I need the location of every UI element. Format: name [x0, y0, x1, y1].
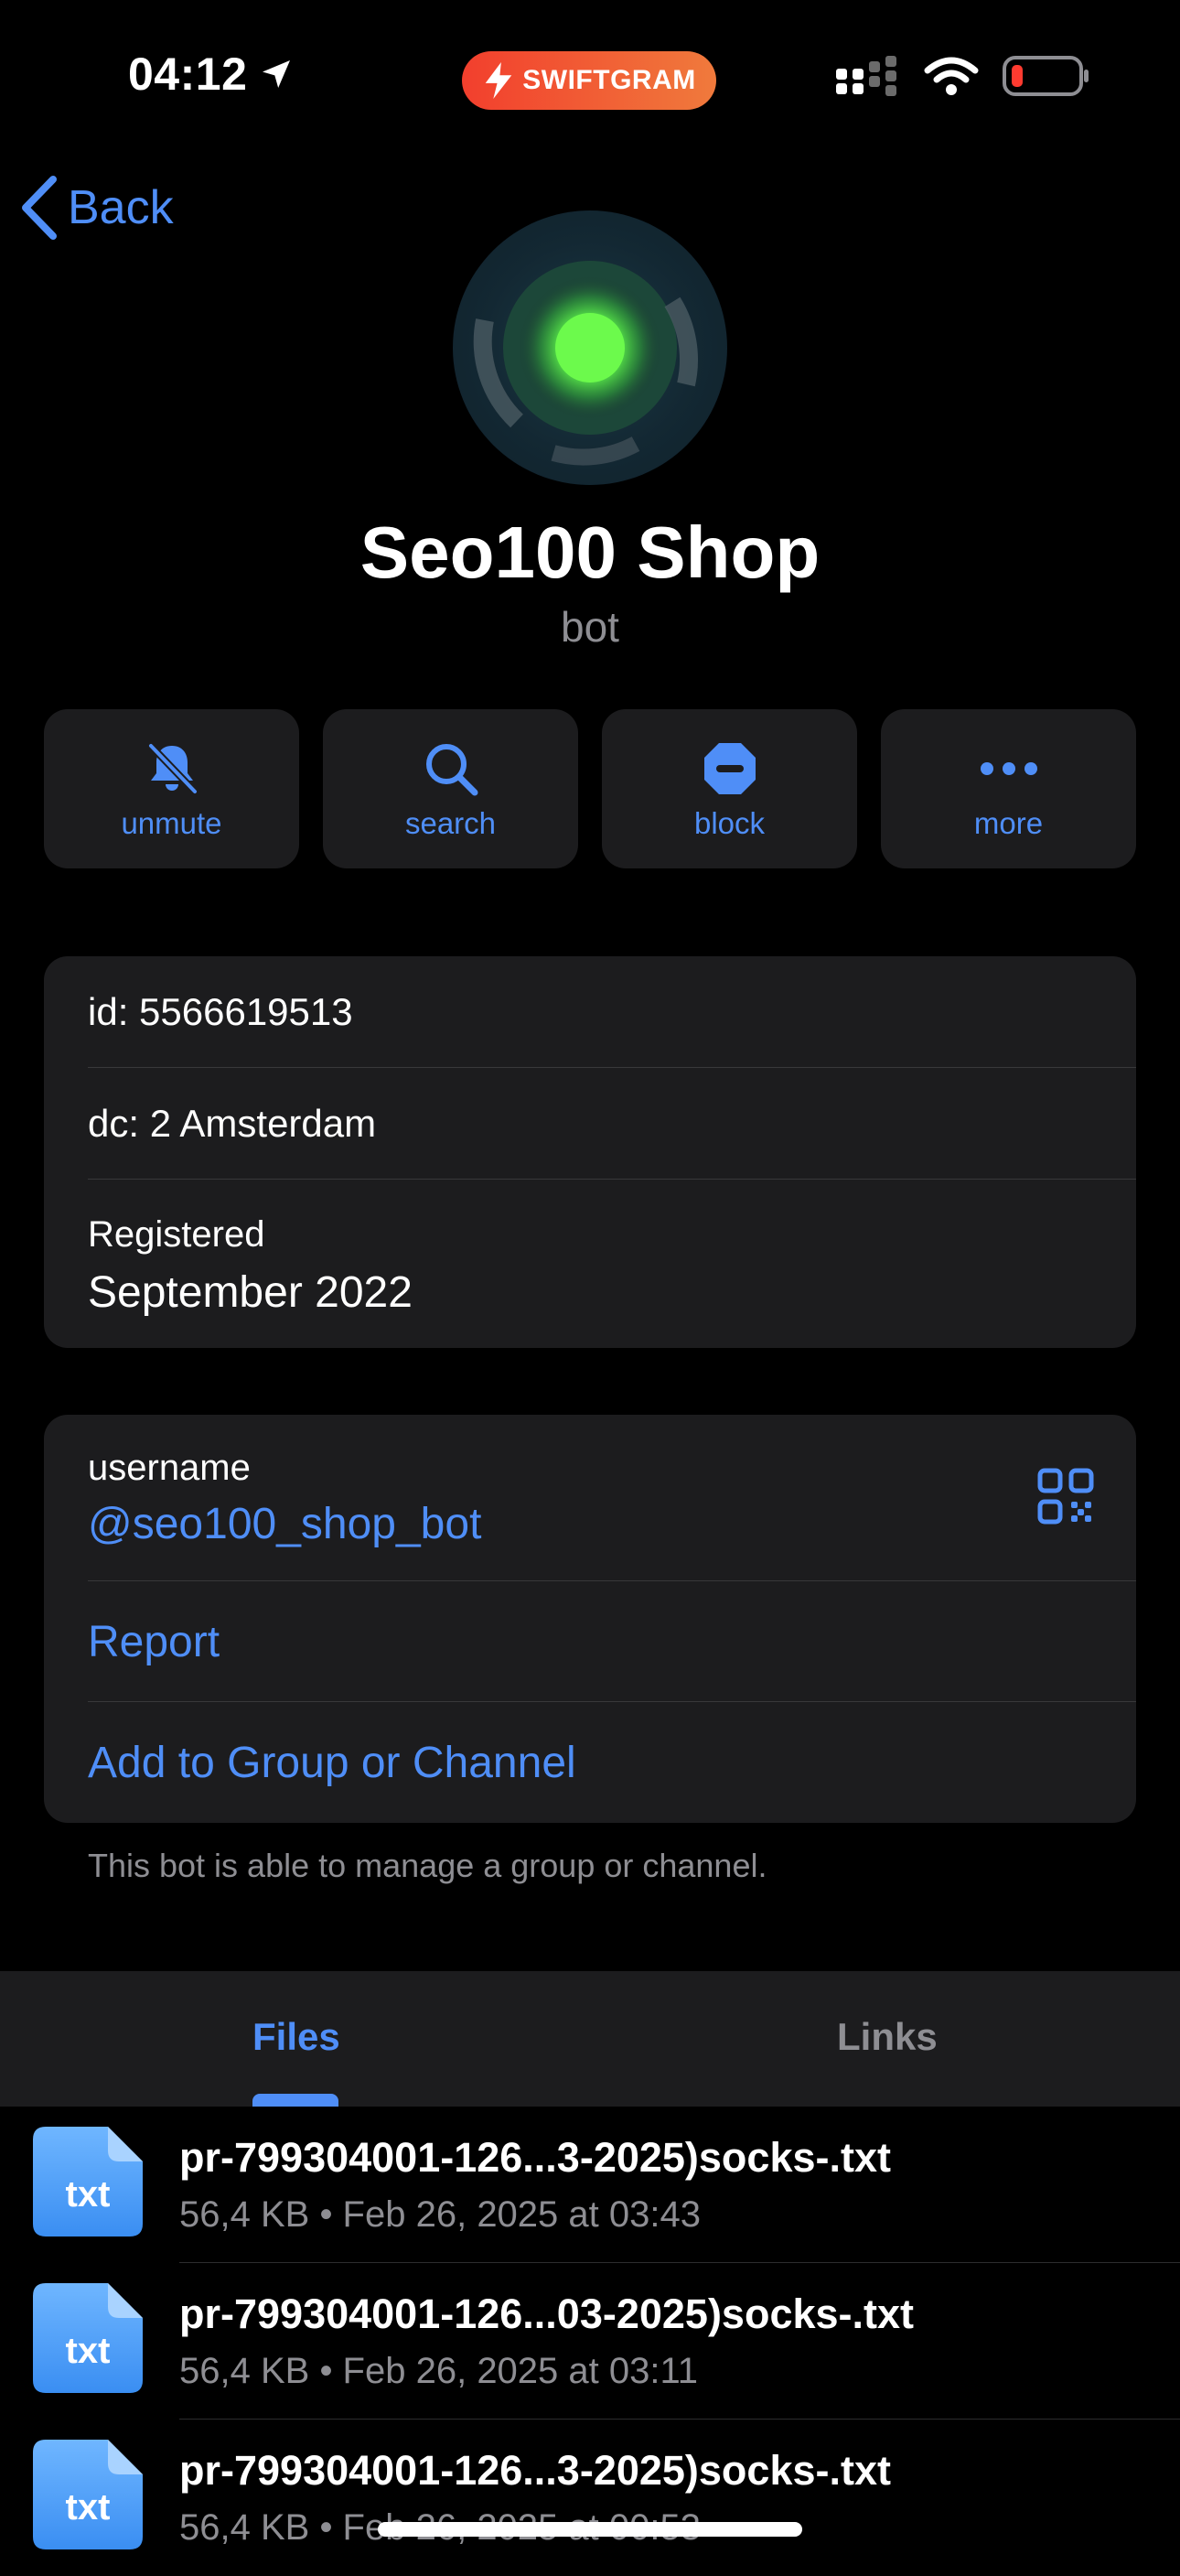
- report-row[interactable]: Report: [44, 1581, 1136, 1702]
- report-link[interactable]: Report: [88, 1617, 220, 1667]
- more-button[interactable]: more: [881, 709, 1136, 868]
- file-meta: 56,4 KB • Feb 26, 2025 at 03:43: [179, 2194, 701, 2235]
- bot-avatar-image: [473, 261, 699, 466]
- list-item[interactable]: txt pr-799304001-126...03-2025)socks-.tx…: [0, 2263, 1180, 2420]
- username-value[interactable]: @seo100_shop_bot: [88, 1499, 481, 1549]
- bot-permission-note: This bot is able to manage a group or ch…: [88, 1847, 767, 1884]
- unmute-button[interactable]: unmute: [44, 709, 299, 868]
- registered-label: Registered: [88, 1214, 265, 1255]
- info-row-id[interactable]: id: 5566619513: [44, 956, 1136, 1068]
- ellipsis-icon: [980, 762, 1037, 775]
- cellular-signal-icon: [836, 56, 896, 96]
- file-name: pr-799304001-126...3-2025)socks-.txt: [179, 2447, 891, 2494]
- wifi-icon: [924, 57, 979, 95]
- info-card: id: 5566619513 dc: 2 Amsterdam Registere…: [44, 956, 1136, 1348]
- file-meta: 56,4 KB • Feb 26, 2025 at 03:11: [179, 2351, 699, 2391]
- back-label: Back: [68, 181, 174, 234]
- more-label: more: [973, 806, 1044, 840]
- tab-files[interactable]: Files: [252, 2015, 340, 2059]
- search-label: search: [404, 806, 497, 840]
- search-button[interactable]: search: [323, 709, 578, 868]
- battery-low-icon: [1003, 56, 1089, 96]
- add-to-group-row[interactable]: Add to Group or Channel: [44, 1702, 1136, 1823]
- active-tab-indicator: [252, 2094, 338, 2107]
- info-id: id: 5566619513: [88, 990, 353, 1033]
- block-icon: [703, 743, 756, 794]
- add-to-group-link[interactable]: Add to Group or Channel: [88, 1738, 576, 1788]
- list-item[interactable]: txt pr-799304001-126...3-2025)socks-.txt…: [0, 2420, 1180, 2576]
- txt-file-icon: [33, 2440, 143, 2549]
- unmute-label: unmute: [121, 806, 222, 840]
- profile-subtitle: bot: [561, 603, 619, 651]
- username-label: username: [88, 1448, 251, 1488]
- swiftgram-badge-label: SWIFTGRAM: [522, 65, 696, 95]
- txt-file-icon: [33, 2127, 143, 2236]
- file-name: pr-799304001-126...3-2025)socks-.txt: [179, 2134, 891, 2181]
- txt-file-icon: [33, 2283, 143, 2393]
- info-dc: dc: 2 Amsterdam: [88, 1102, 377, 1145]
- lightning-icon: [485, 62, 512, 99]
- status-indicators: [834, 55, 1090, 97]
- back-button[interactable]: Back: [18, 176, 174, 240]
- action-buttons: unmute search block more: [44, 709, 1136, 868]
- avatar[interactable]: [453, 210, 727, 485]
- info-row-registered[interactable]: Registered September 2022: [44, 1180, 1136, 1348]
- list-item[interactable]: txt pr-799304001-126...3-2025)socks-.txt…: [0, 2107, 1180, 2263]
- block-button[interactable]: block: [602, 709, 857, 868]
- chevron-left-icon: [22, 176, 57, 240]
- status-time: 04:12: [128, 48, 295, 101]
- tab-links[interactable]: Links: [837, 2015, 938, 2059]
- username-row[interactable]: username @seo100_shop_bot: [44, 1415, 1136, 1581]
- status-time-text: 04:12: [128, 49, 248, 100]
- qr-code-icon[interactable]: [1037, 1468, 1094, 1525]
- block-label: block: [693, 806, 766, 840]
- links-card: username @seo100_shop_bot Report Add to …: [44, 1415, 1136, 1823]
- search-icon: [425, 744, 477, 796]
- home-indicator[interactable]: [378, 2522, 802, 2537]
- swiftgram-badge[interactable]: SWIFTGRAM: [462, 51, 716, 110]
- location-arrow-icon: [263, 60, 291, 88]
- file-name: pr-799304001-126...03-2025)socks-.txt: [179, 2290, 915, 2337]
- info-row-dc[interactable]: dc: 2 Amsterdam: [44, 1068, 1136, 1180]
- media-tabs: Files Links: [0, 1971, 1180, 2107]
- bell-slash-icon: [147, 743, 198, 794]
- profile-name: Seo100 Shop: [359, 512, 821, 593]
- registered-value: September 2022: [88, 1268, 413, 1317]
